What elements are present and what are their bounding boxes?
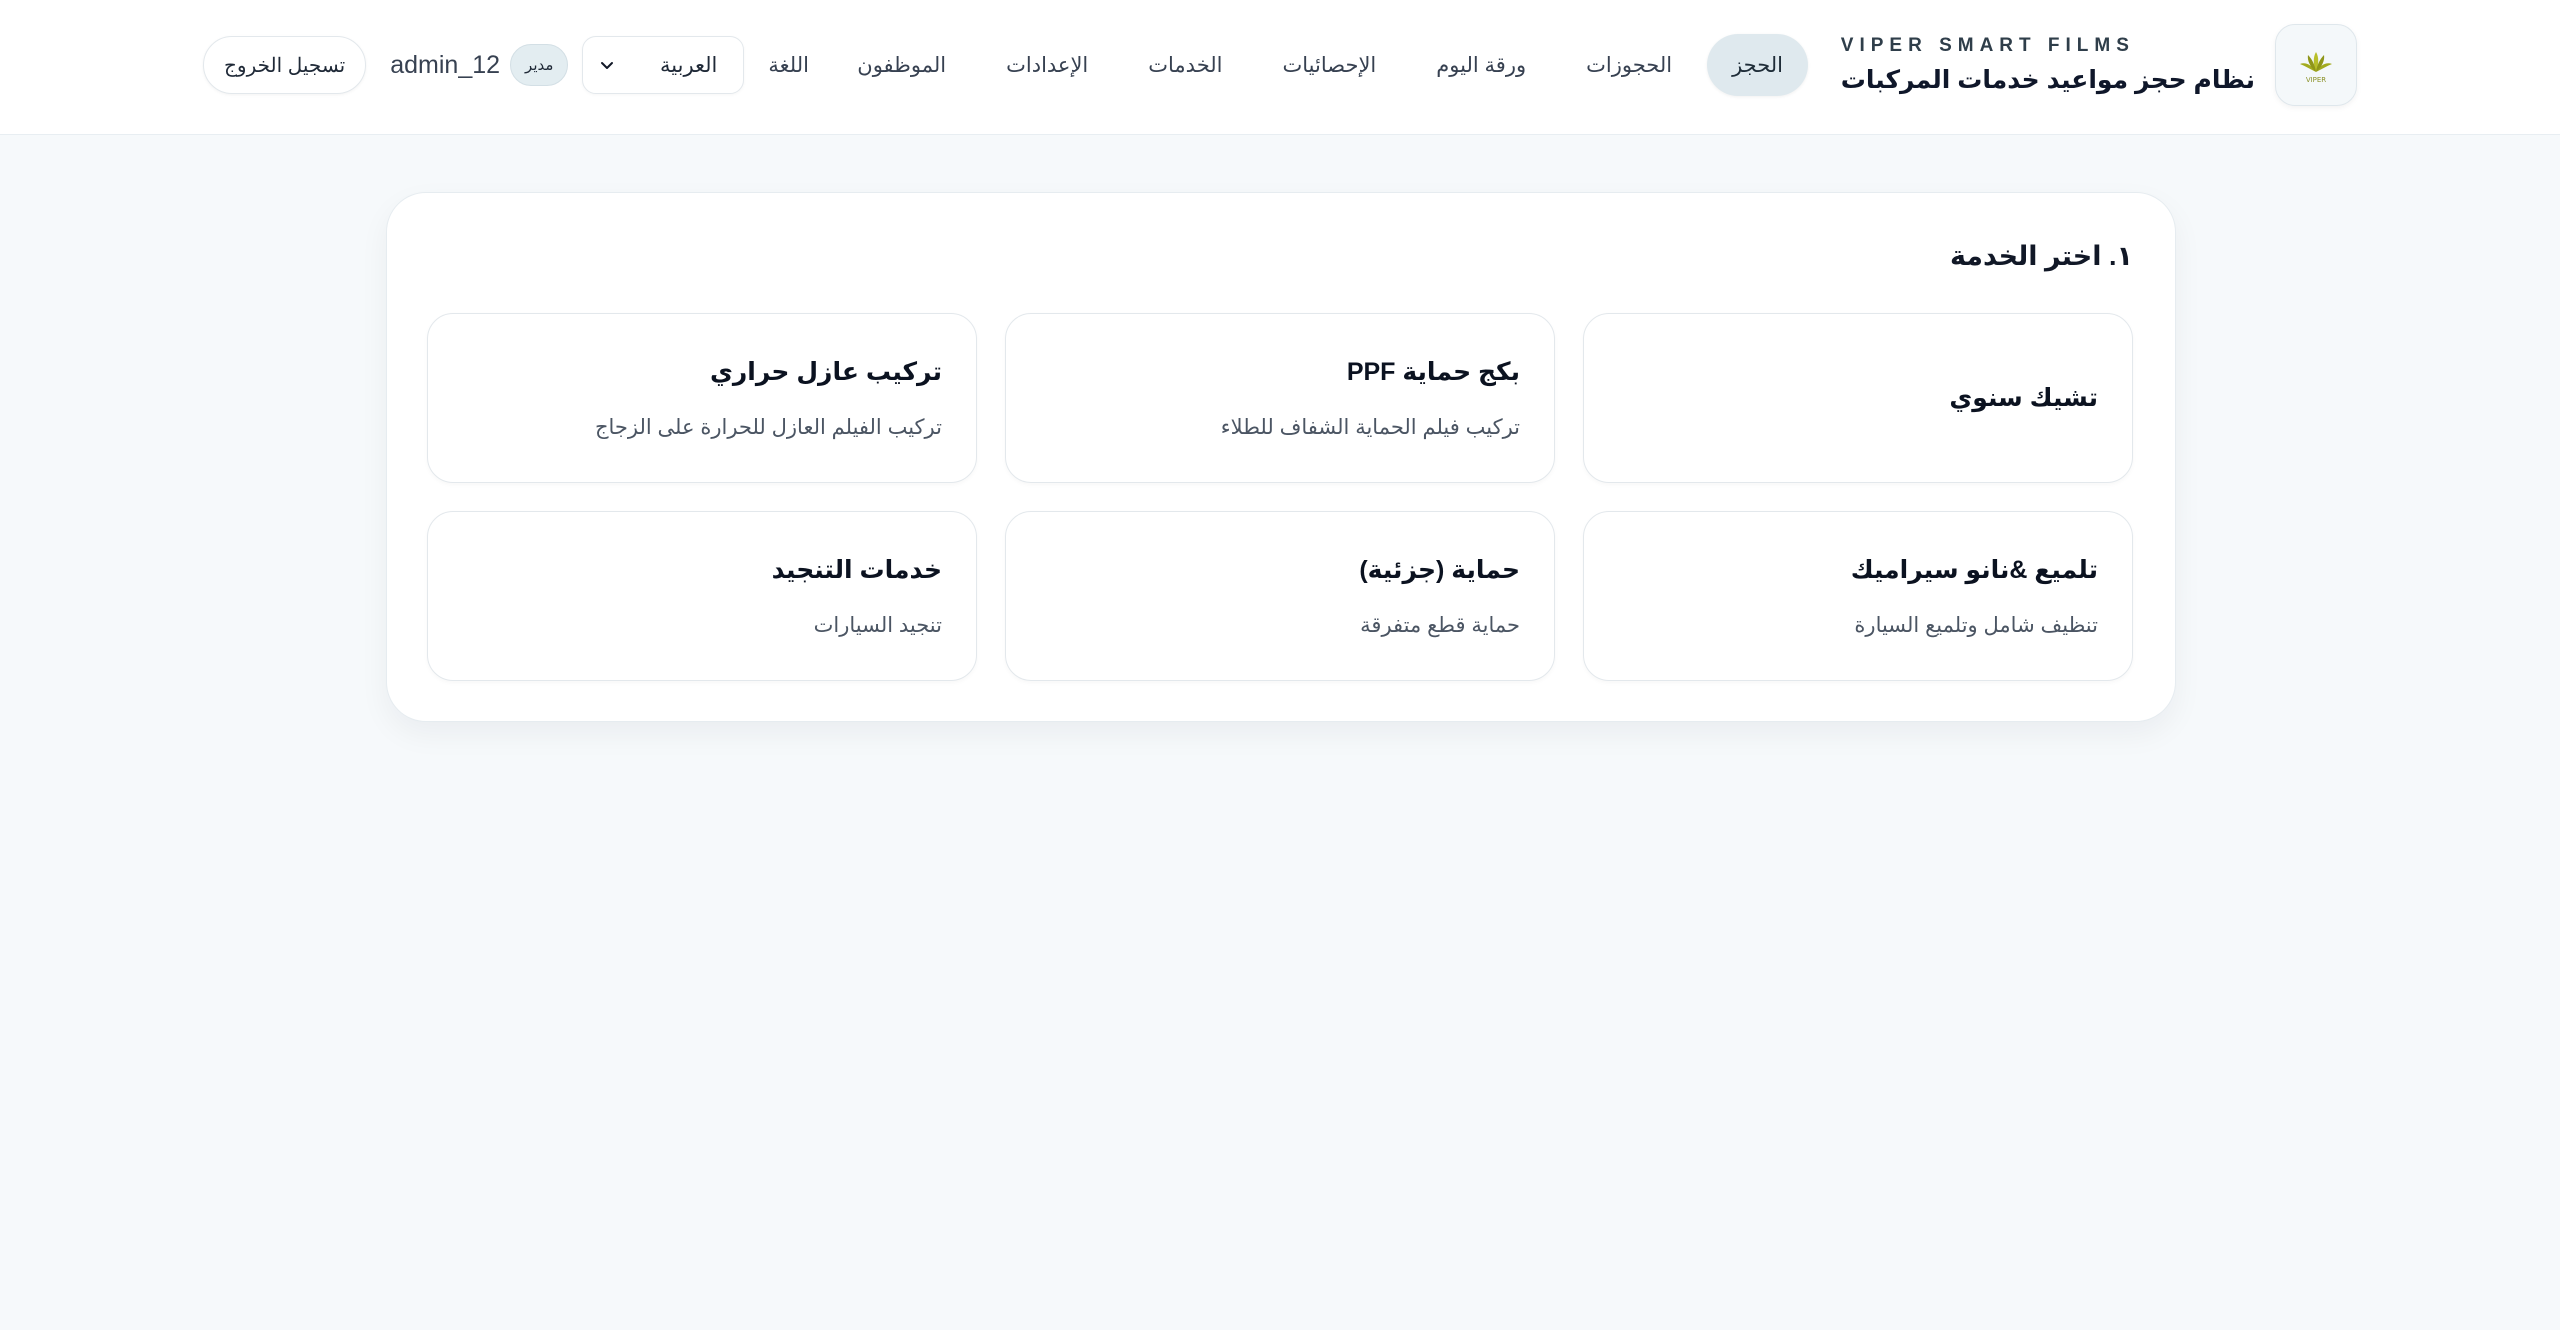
- viper-leaf-logo-icon[interactable]: VIPER: [2275, 24, 2357, 106]
- service-name: خدمات التنجيد: [771, 555, 942, 584]
- role-badge: مدير: [510, 44, 569, 86]
- nav-item-employees[interactable]: الموظفون: [832, 34, 971, 96]
- logout-button[interactable]: تسجيل الخروج: [203, 36, 367, 94]
- header-controls: اللغة العربية admin_12 مدير تسجيل الخروج: [203, 36, 809, 94]
- nav-item-services[interactable]: الخدمات: [1123, 34, 1247, 96]
- chevron-down-icon: [601, 62, 614, 69]
- service-name: تشيك سنوي: [1949, 384, 2098, 412]
- brand-text: VIPER SMART FILMS نظام حجز مواعيد خدمات …: [1841, 35, 2255, 95]
- nav-item-statistics[interactable]: الإحصائيات: [1258, 34, 1402, 96]
- language-select-value: العربية: [660, 53, 718, 77]
- service-name: حماية (جزئية): [1359, 555, 1520, 584]
- service-card-annual-check[interactable]: تشيك سنوي: [1583, 313, 2133, 483]
- svg-text:VIPER: VIPER: [2306, 76, 2326, 84]
- user-info: admin_12 مدير: [380, 44, 569, 86]
- service-name: تلميع &نانو سيراميك: [1850, 555, 2098, 584]
- nav-item-booking[interactable]: الحجز: [1707, 34, 1808, 96]
- top-header: VIPER VIPER SMART FILMS نظام حجز مواعيد …: [0, 0, 2560, 135]
- username: admin_12: [390, 50, 501, 79]
- service-card-upholstery[interactable]: خدمات التنجيد تنجيد السيارات: [427, 511, 977, 681]
- service-description: تنظيف شامل وتلميع السيارة: [1854, 613, 2098, 637]
- main-nav: الحجز الحجوزات ورقة اليوم الإحصائيات الخ…: [832, 34, 1808, 96]
- service-card-heat-insulation[interactable]: تركيب عازل حراري تركيب الفيلم العازل للح…: [427, 313, 977, 483]
- service-card-ppf-package[interactable]: بكج حماية PPF تركيب فيلم الحماية الشفاف …: [1005, 313, 1555, 483]
- language-label: اللغة: [768, 53, 809, 77]
- nav-item-bookings[interactable]: الحجوزات: [1561, 34, 1697, 96]
- service-name: تركيب عازل حراري: [709, 357, 942, 386]
- service-card-partial-protection[interactable]: حماية (جزئية) حماية قطع متفرقة: [1005, 511, 1555, 681]
- service-description: تنجيد السيارات: [813, 613, 942, 637]
- service-description: حماية قطع متفرقة: [1360, 613, 1520, 637]
- service-selection-card: ١. اختر الخدمة تشيك سنوي بكج حماية PPF ت…: [386, 192, 2176, 722]
- service-description: تركيب فيلم الحماية الشفاف للطلاء: [1220, 415, 1520, 439]
- step-title: ١. اختر الخدمة: [1949, 241, 2133, 271]
- brand-subtitle: VIPER SMART FILMS: [1840, 35, 2135, 56]
- brand: VIPER VIPER SMART FILMS نظام حجز مواعيد …: [1841, 24, 2357, 106]
- nav-item-daily-sheet[interactable]: ورقة اليوم: [1411, 34, 1551, 96]
- service-card-polish-ceramic[interactable]: تلميع &نانو سيراميك تنظيف شامل وتلميع ال…: [1583, 511, 2133, 681]
- service-description: تركيب الفيلم العازل للحرارة على الزجاج: [594, 415, 942, 439]
- brand-title: نظام حجز مواعيد خدمات المركبات: [1840, 66, 2255, 94]
- nav-item-settings[interactable]: الإعدادات: [981, 34, 1113, 96]
- service-grid: تشيك سنوي بكج حماية PPF تركيب فيلم الحما…: [427, 313, 2133, 681]
- language-select[interactable]: العربية: [582, 36, 745, 94]
- service-name: بكج حماية PPF: [1346, 357, 1520, 386]
